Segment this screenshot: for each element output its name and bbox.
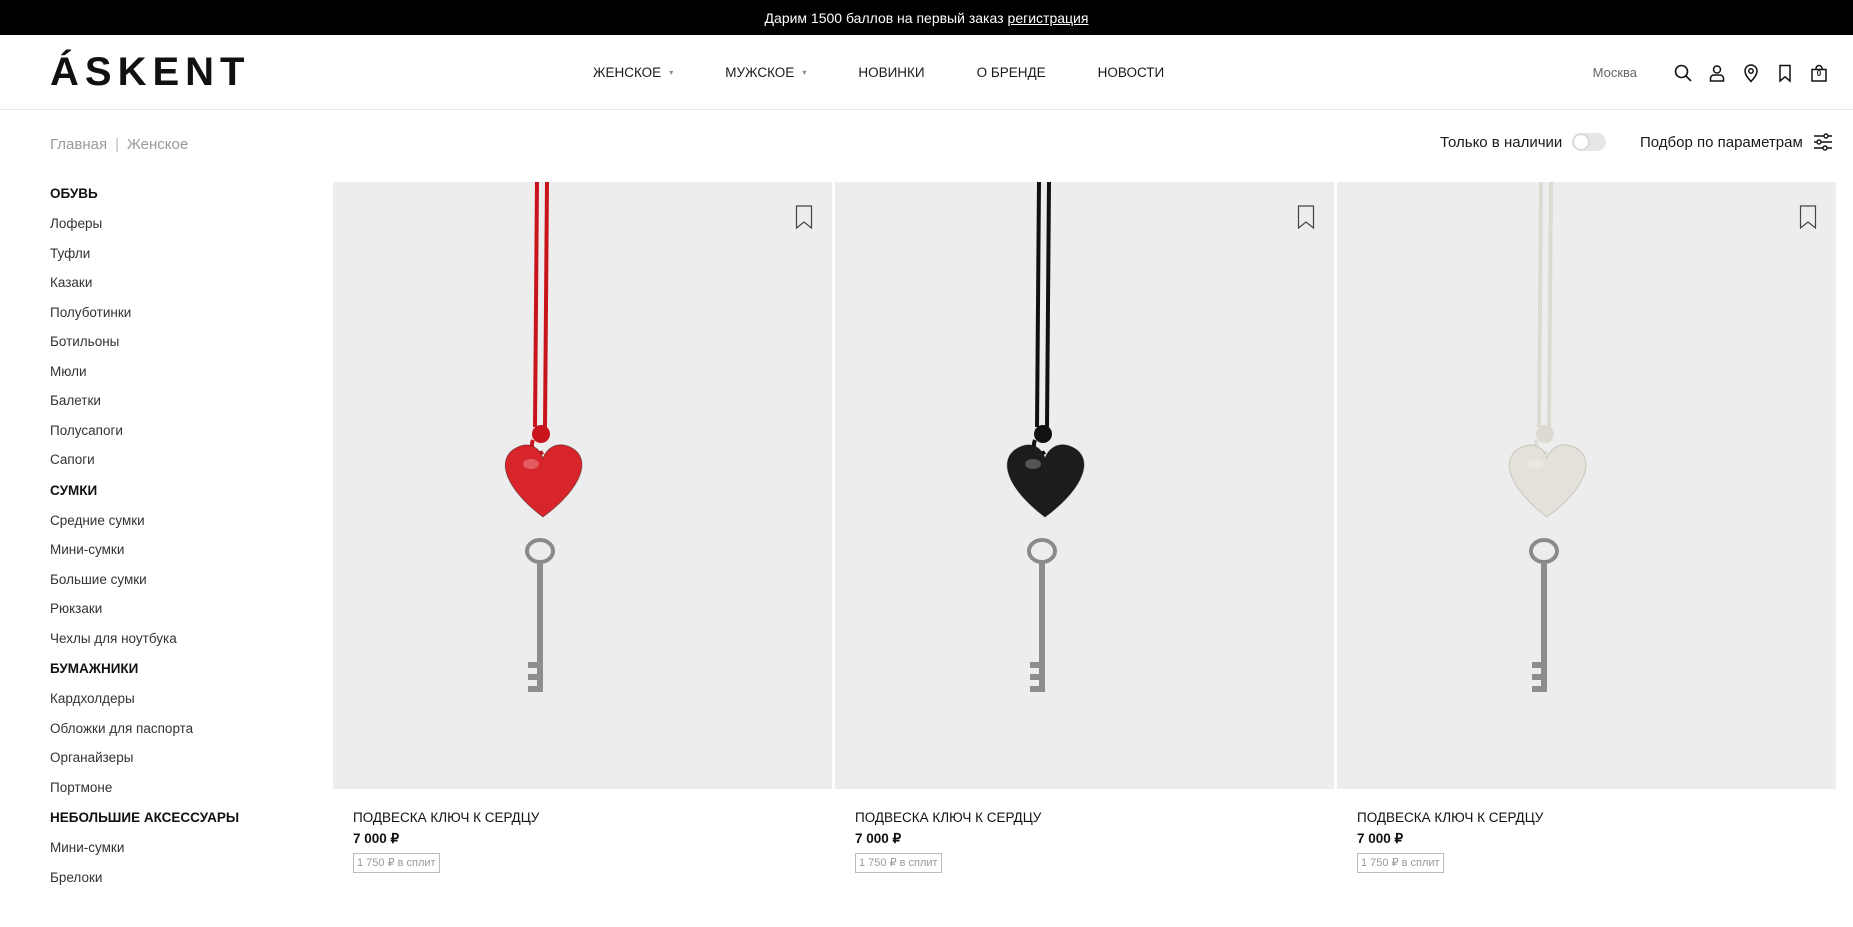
bookmark-icon[interactable] [1775,63,1795,83]
product-title[interactable]: ПОДВЕСКА КЛЮЧ К СЕРДЦУ [1357,808,1836,828]
product-title[interactable]: ПОДВЕСКА КЛЮЧ К СЕРДЦУ [353,808,832,828]
category-item[interactable]: Сапоги [50,450,310,480]
main-nav: ЖЕНСКОЕ ▾ МУЖСКОЕ ▾ НОВИНКИ О БРЕНДЕ НОВОС… [593,35,1216,110]
category-item[interactable]: Органайзеры [50,748,310,778]
chevron-down-icon: ▾ [802,68,807,77]
category-sidebar: ОБУВЬ Лоферы Туфли Казаки Полуботинки Бо… [50,184,310,898]
location-pin-icon[interactable] [1741,63,1761,83]
nav-new-label: НОВИНКИ [858,65,925,80]
breadcrumb: Главная | Женское [50,136,188,153]
in-stock-filter: Только в наличии [1440,133,1607,151]
in-stock-toggle[interactable] [1572,133,1607,151]
product-image[interactable] [1337,182,1836,789]
category-item[interactable]: Рюкзаки [50,599,310,629]
search-icon[interactable] [1673,63,1693,83]
category-item[interactable]: Кардхолдеры [50,689,310,719]
nav-men[interactable]: МУЖСКОЕ ▾ [725,65,806,80]
nav-men-label: МУЖСКОЕ [725,65,795,80]
nav-women-label: ЖЕНСКОЕ [593,65,662,80]
nav-about-label: О БРЕНДЕ [976,65,1046,80]
params-filter-button[interactable]: Подбор по параметрам [1640,132,1833,152]
category-heading[interactable]: БУМАЖНИКИ [50,659,310,679]
city-selector[interactable]: Москва [1593,65,1637,80]
product-info: ПОДВЕСКА КЛЮЧ К СЕРДЦУ 7 000 ₽ 1 750 ₽ в… [835,789,1334,873]
category-item[interactable]: Лоферы [50,214,310,244]
category-item[interactable]: Полусапоги [50,421,310,451]
product-grid: ПОДВЕСКА КЛЮЧ К СЕРДЦУ 7 000 ₽ 1 750 ₽ в… [333,182,1836,873]
category-item[interactable]: Обложки для паспорта [50,719,310,749]
category-item[interactable]: Брелоки [50,868,310,898]
breadcrumb-current: Женское [127,136,189,153]
category-heading[interactable]: ОБУВЬ [50,184,310,204]
promo-register-link[interactable]: регистрация [1008,10,1089,26]
nav-about[interactable]: О БРЕНДЕ [977,65,1046,80]
filter-sliders-icon [1813,133,1832,151]
product-price: 7 000 ₽ [855,831,902,846]
split-payment-badge[interactable]: 1 750 ₽ в сплит [1357,853,1444,873]
nav-new[interactable]: НОВИНКИ [858,65,924,80]
site-header: ÁSKENT ЖЕНСКОЕ ▾ МУЖСКОЕ ▾ НОВИНКИ О БРЕНД… [0,35,1853,110]
category-item[interactable]: Средние сумки [50,511,310,541]
breadcrumb-separator: | [115,136,119,153]
category-item[interactable]: Чехлы для ноутбука [50,629,310,659]
category-item[interactable]: Портмоне [50,778,310,808]
category-item[interactable]: Большие сумки [50,570,310,600]
product-card[interactable]: ПОДВЕСКА КЛЮЧ К СЕРДЦУ 7 000 ₽ 1 750 ₽ в… [1337,182,1836,873]
in-stock-label: Только в наличии [1440,133,1563,151]
category-item[interactable]: Балетки [50,391,310,421]
product-image[interactable] [333,182,832,789]
category-item[interactable]: Мини-сумки [50,540,310,570]
category-item[interactable]: Мини-сумки [50,838,310,868]
category-heading[interactable]: СУМКИ [50,481,310,501]
breadcrumb-home[interactable]: Главная [50,136,107,153]
wishlist-bookmark-icon[interactable] [1799,205,1817,229]
category-group-wallets: БУМАЖНИКИ Кардхолдеры Обложки для паспор… [50,659,310,807]
product-info: ПОДВЕСКА КЛЮЧ К СЕРДЦУ 7 000 ₽ 1 750 ₽ в… [333,789,832,873]
category-item[interactable]: Туфли [50,244,310,274]
promo-text: Дарим 1500 баллов на первый заказ [764,9,1004,26]
promo-banner: Дарим 1500 баллов на первый заказ регист… [0,0,1853,35]
chevron-down-icon: ▾ [669,68,674,77]
nav-women[interactable]: ЖЕНСКОЕ ▾ [593,65,673,80]
split-payment-badge[interactable]: 1 750 ₽ в сплит [353,853,440,873]
product-title[interactable]: ПОДВЕСКА КЛЮЧ К СЕРДЦУ [855,808,1334,828]
category-group-bags: СУМКИ Средние сумки Мини-сумки Большие с… [50,481,310,659]
wishlist-bookmark-icon[interactable] [795,205,813,229]
nav-news-label: НОВОСТИ [1097,65,1165,80]
product-card[interactable]: ПОДВЕСКА КЛЮЧ К СЕРДЦУ 7 000 ₽ 1 750 ₽ в… [333,182,832,873]
category-item[interactable]: Полуботинки [50,303,310,333]
params-filter-label: Подбор по параметрам [1640,133,1803,151]
cart-icon[interactable]: 0 [1809,63,1829,83]
cart-count: 0 [1816,68,1822,78]
category-heading[interactable]: НЕБОЛЬШИЕ АКСЕССУАРЫ [50,808,310,828]
product-image[interactable] [835,182,1334,789]
nav-news[interactable]: НОВОСТИ [1098,65,1165,80]
listing-toolbar: Главная | Женское Только в наличии Подбор … [0,110,1853,160]
heart-key-pendant-image [504,182,583,692]
header-actions: Москва 0 [1593,35,1829,110]
product-price: 7 000 ₽ [353,831,400,846]
product-card[interactable]: ПОДВЕСКА КЛЮЧ К СЕРДЦУ 7 000 ₽ 1 750 ₽ в… [835,182,1334,873]
category-item[interactable]: Ботильоны [50,332,310,362]
heart-key-pendant-image [1006,182,1085,692]
category-group-small-accessories: НЕБОЛЬШИЕ АКСЕССУАРЫ Мини-сумки Брелоки [50,808,310,897]
split-payment-badge[interactable]: 1 750 ₽ в сплит [855,853,942,873]
category-group-shoes: ОБУВЬ Лоферы Туфли Казаки Полуботинки Бо… [50,184,310,480]
product-price: 7 000 ₽ [1357,831,1404,846]
heart-key-pendant-image [1508,182,1587,692]
product-info: ПОДВЕСКА КЛЮЧ К СЕРДЦУ 7 000 ₽ 1 750 ₽ в… [1337,789,1836,873]
wishlist-bookmark-icon[interactable] [1297,205,1315,229]
category-item[interactable]: Мюли [50,362,310,392]
category-item[interactable]: Казаки [50,273,310,303]
brand-logo[interactable]: ÁSKENT [50,50,250,95]
user-icon[interactable] [1707,63,1727,83]
